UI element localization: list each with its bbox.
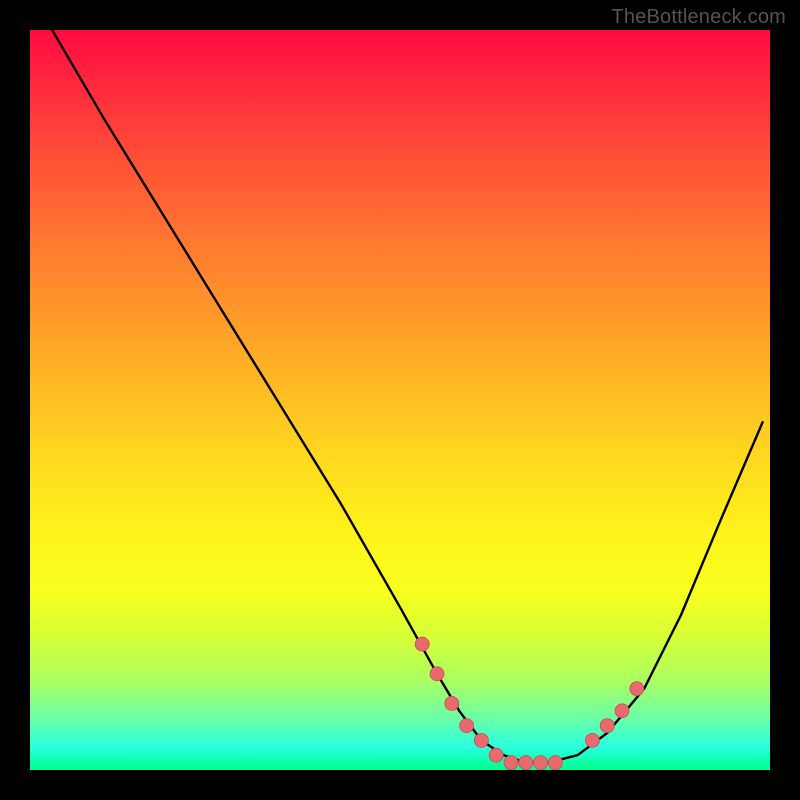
marker-dot [519,756,533,770]
marker-dot [504,756,518,770]
marker-dot [534,756,548,770]
marker-dot [460,719,474,733]
marker-dot [630,682,644,696]
marker-dots-group [415,637,644,769]
marker-dot [489,748,503,762]
marker-dot [548,756,562,770]
marker-dot [430,667,444,681]
bottleneck-curve [52,30,762,763]
marker-dot [615,704,629,718]
watermark-text: TheBottleneck.com [611,6,786,29]
chart-overlay-svg [30,30,770,770]
marker-dot [445,696,459,710]
marker-dot [415,637,429,651]
marker-dot [474,733,488,747]
marker-dot [585,733,599,747]
marker-dot [600,719,614,733]
